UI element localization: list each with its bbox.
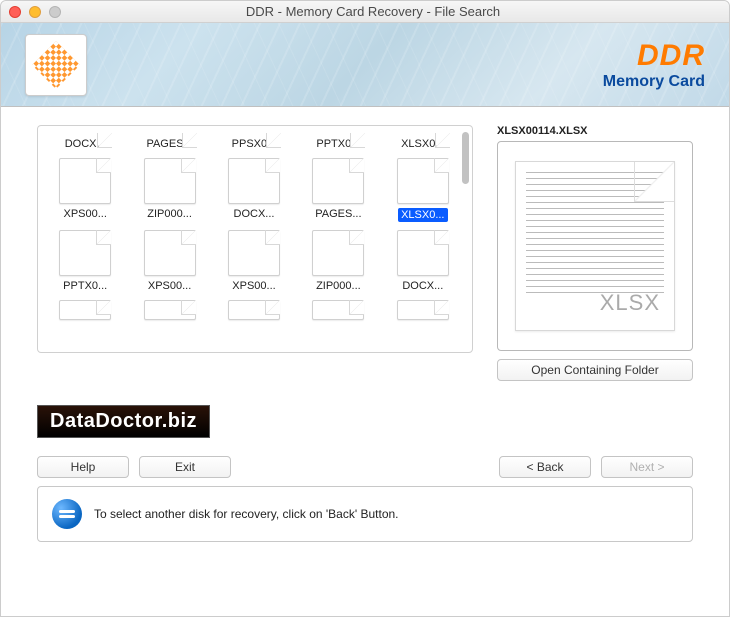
datadoctor-badge: DataDoctor.biz xyxy=(37,405,210,438)
file-item[interactable]: ZIP000... xyxy=(299,230,377,292)
file-icon xyxy=(59,230,111,276)
file-item[interactable]: PPTX0... xyxy=(299,134,377,150)
file-item[interactable]: DOCX... xyxy=(384,230,462,292)
file-label: XPS00... xyxy=(148,280,191,292)
file-item[interactable]: PPSX0... xyxy=(215,134,293,150)
logo-pattern-icon xyxy=(32,40,80,88)
file-label: XLSX0... xyxy=(398,208,447,222)
file-grid-container: DOCX... PAGES... PPSX0... PPTX0... XLSX0… xyxy=(37,125,473,353)
file-item[interactable]: XPS00... xyxy=(46,158,124,222)
file-label: XPS00... xyxy=(232,280,275,292)
file-item[interactable] xyxy=(130,300,208,320)
close-icon[interactable] xyxy=(9,6,21,18)
preview-lines xyxy=(526,172,664,294)
file-icon xyxy=(228,230,280,276)
file-item[interactable]: PAGES... xyxy=(299,158,377,222)
preview-panel: XLSX00114.XLSX XLSX Open Containing Fold… xyxy=(497,125,693,381)
file-label: PPTX0... xyxy=(63,280,107,292)
preview-ext: XLSX xyxy=(600,290,660,316)
file-item[interactable] xyxy=(299,300,377,320)
file-label: ZIP000... xyxy=(147,208,192,220)
file-icon xyxy=(397,230,449,276)
file-icon xyxy=(397,300,449,320)
file-item[interactable]: XPS00... xyxy=(215,230,293,292)
exit-button[interactable]: Exit xyxy=(139,456,231,478)
file-label: DOCX... xyxy=(234,208,275,220)
file-item[interactable]: PAGES... xyxy=(130,134,208,150)
file-icon xyxy=(228,158,280,204)
brand-block: DDR Memory Card xyxy=(603,39,705,91)
file-item[interactable]: DOCX... xyxy=(215,158,293,222)
preview-box: XLSX xyxy=(497,141,693,351)
app-logo xyxy=(25,34,87,96)
open-containing-folder-button[interactable]: Open Containing Folder xyxy=(497,359,693,381)
file-item[interactable] xyxy=(384,300,462,320)
file-item-selected[interactable]: XLSX0... xyxy=(384,158,462,222)
file-icon xyxy=(144,158,196,204)
help-button[interactable]: Help xyxy=(37,456,129,478)
file-label: ZIP000... xyxy=(316,280,361,292)
file-icon xyxy=(144,230,196,276)
file-label: PAGES... xyxy=(315,208,361,220)
next-button: Next > xyxy=(601,456,693,478)
brand-ddr: DDR xyxy=(603,39,705,73)
back-button[interactable]: < Back xyxy=(499,456,591,478)
file-icon xyxy=(312,230,364,276)
window-title: DDR - Memory Card Recovery - File Search xyxy=(25,4,721,19)
file-icon xyxy=(144,300,196,320)
button-row: Help Exit < Back Next > xyxy=(1,438,729,486)
file-label: DOCX... xyxy=(402,280,443,292)
file-item[interactable] xyxy=(215,300,293,320)
preview-document-icon: XLSX xyxy=(515,161,675,331)
preview-filename: XLSX00114.XLSX xyxy=(497,125,693,137)
file-icon xyxy=(228,300,280,320)
main-content: DOCX... PAGES... PPSX0... PPTX0... XLSX0… xyxy=(1,107,729,391)
file-item[interactable] xyxy=(46,300,124,320)
file-item[interactable]: PPTX0... xyxy=(46,230,124,292)
file-icon xyxy=(397,158,449,204)
file-icon xyxy=(312,158,364,204)
brand-sub: Memory Card xyxy=(603,73,705,91)
titlebar: DDR - Memory Card Recovery - File Search xyxy=(1,1,729,23)
file-icon xyxy=(59,300,111,320)
file-item[interactable]: ZIP000... xyxy=(130,158,208,222)
info-box: To select another disk for recovery, cli… xyxy=(37,486,693,542)
file-item[interactable]: XLSX0... xyxy=(384,134,462,150)
info-icon xyxy=(52,499,82,529)
file-area: DOCX... PAGES... PPSX0... PPTX0... XLSX0… xyxy=(37,125,473,381)
info-text: To select another disk for recovery, cli… xyxy=(94,507,399,521)
file-item[interactable]: DOCX... xyxy=(46,134,124,150)
file-icon xyxy=(312,300,364,320)
file-icon xyxy=(59,158,111,204)
file-grid: DOCX... PAGES... PPSX0... PPTX0... XLSX0… xyxy=(38,126,472,328)
file-label: XPS00... xyxy=(63,208,106,220)
header-banner: DDR Memory Card xyxy=(1,23,729,107)
scrollbar-thumb[interactable] xyxy=(462,132,469,184)
file-item[interactable]: XPS00... xyxy=(130,230,208,292)
